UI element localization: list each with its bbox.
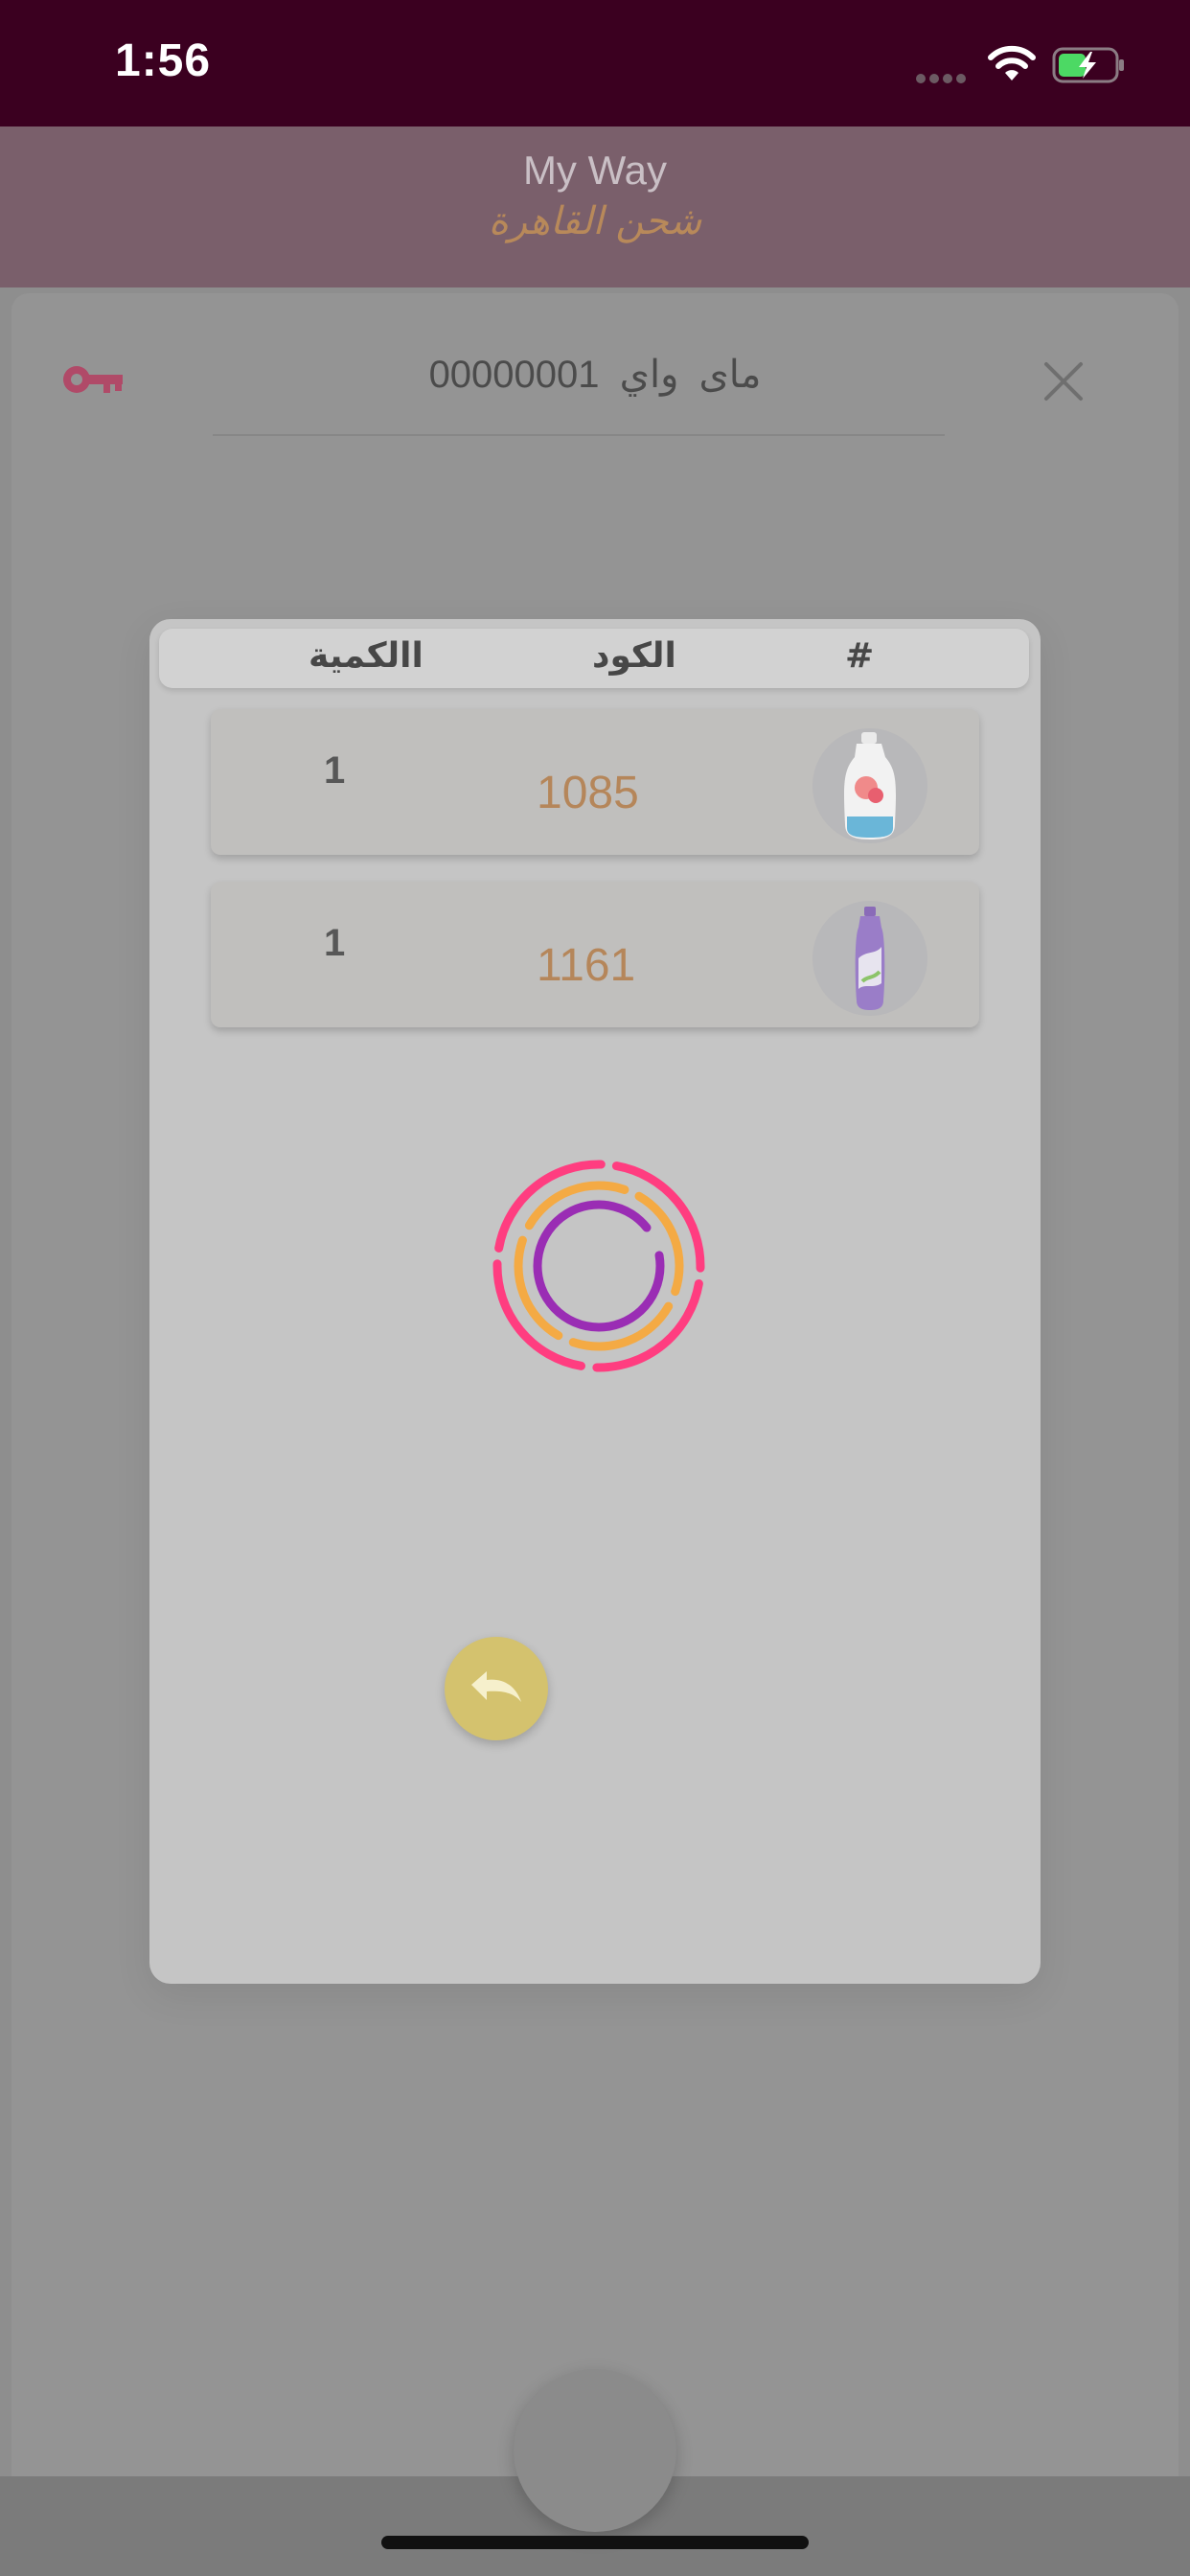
loading-spinner-icon <box>492 1160 705 1372</box>
status-bar: 1:56 <box>0 0 1190 126</box>
close-icon[interactable] <box>1041 358 1087 404</box>
app-subtitle: شحن القاهرة <box>488 199 702 243</box>
row-quantity: 1 <box>324 749 346 792</box>
table-row[interactable]: 1 1161 <box>211 882 979 1027</box>
table-row[interactable]: 1 1085 <box>211 709 979 855</box>
undo-arrow-icon <box>471 1671 521 1702</box>
home-indicator[interactable] <box>381 2536 809 2549</box>
column-header-number: # <box>845 636 875 676</box>
row-code: 1085 <box>537 768 639 818</box>
product-image <box>812 901 927 1016</box>
status-time: 1:56 <box>115 35 212 86</box>
product-image <box>812 728 927 843</box>
row-code: 1161 <box>537 940 636 991</box>
back-button[interactable] <box>445 1637 548 1740</box>
signal-dots-icon <box>916 69 972 83</box>
screen: 1:56 My Way شحن القاهرة ماى واي 00000001 <box>0 0 1190 2576</box>
detergent-bottle-image <box>844 732 896 840</box>
center-action-button[interactable] <box>514 2369 676 2532</box>
battery-charging-icon <box>1052 47 1124 83</box>
column-header-code: الكود <box>592 636 676 676</box>
sheet-title: ماى واي 00000001 <box>428 354 762 396</box>
purple-bottle-image <box>855 907 885 1010</box>
row-quantity: 1 <box>324 922 346 964</box>
column-header-quantity: االكمية <box>309 636 423 676</box>
items-modal: االكمية الكود # 1 1085 1 1161 <box>149 619 1041 1984</box>
app-header: My Way شحن القاهرة <box>0 126 1190 288</box>
wifi-icon <box>988 45 1036 80</box>
app-title: My Way <box>522 148 668 193</box>
sheet-divider <box>213 434 945 436</box>
table-header: االكمية الكود # <box>159 629 1029 688</box>
